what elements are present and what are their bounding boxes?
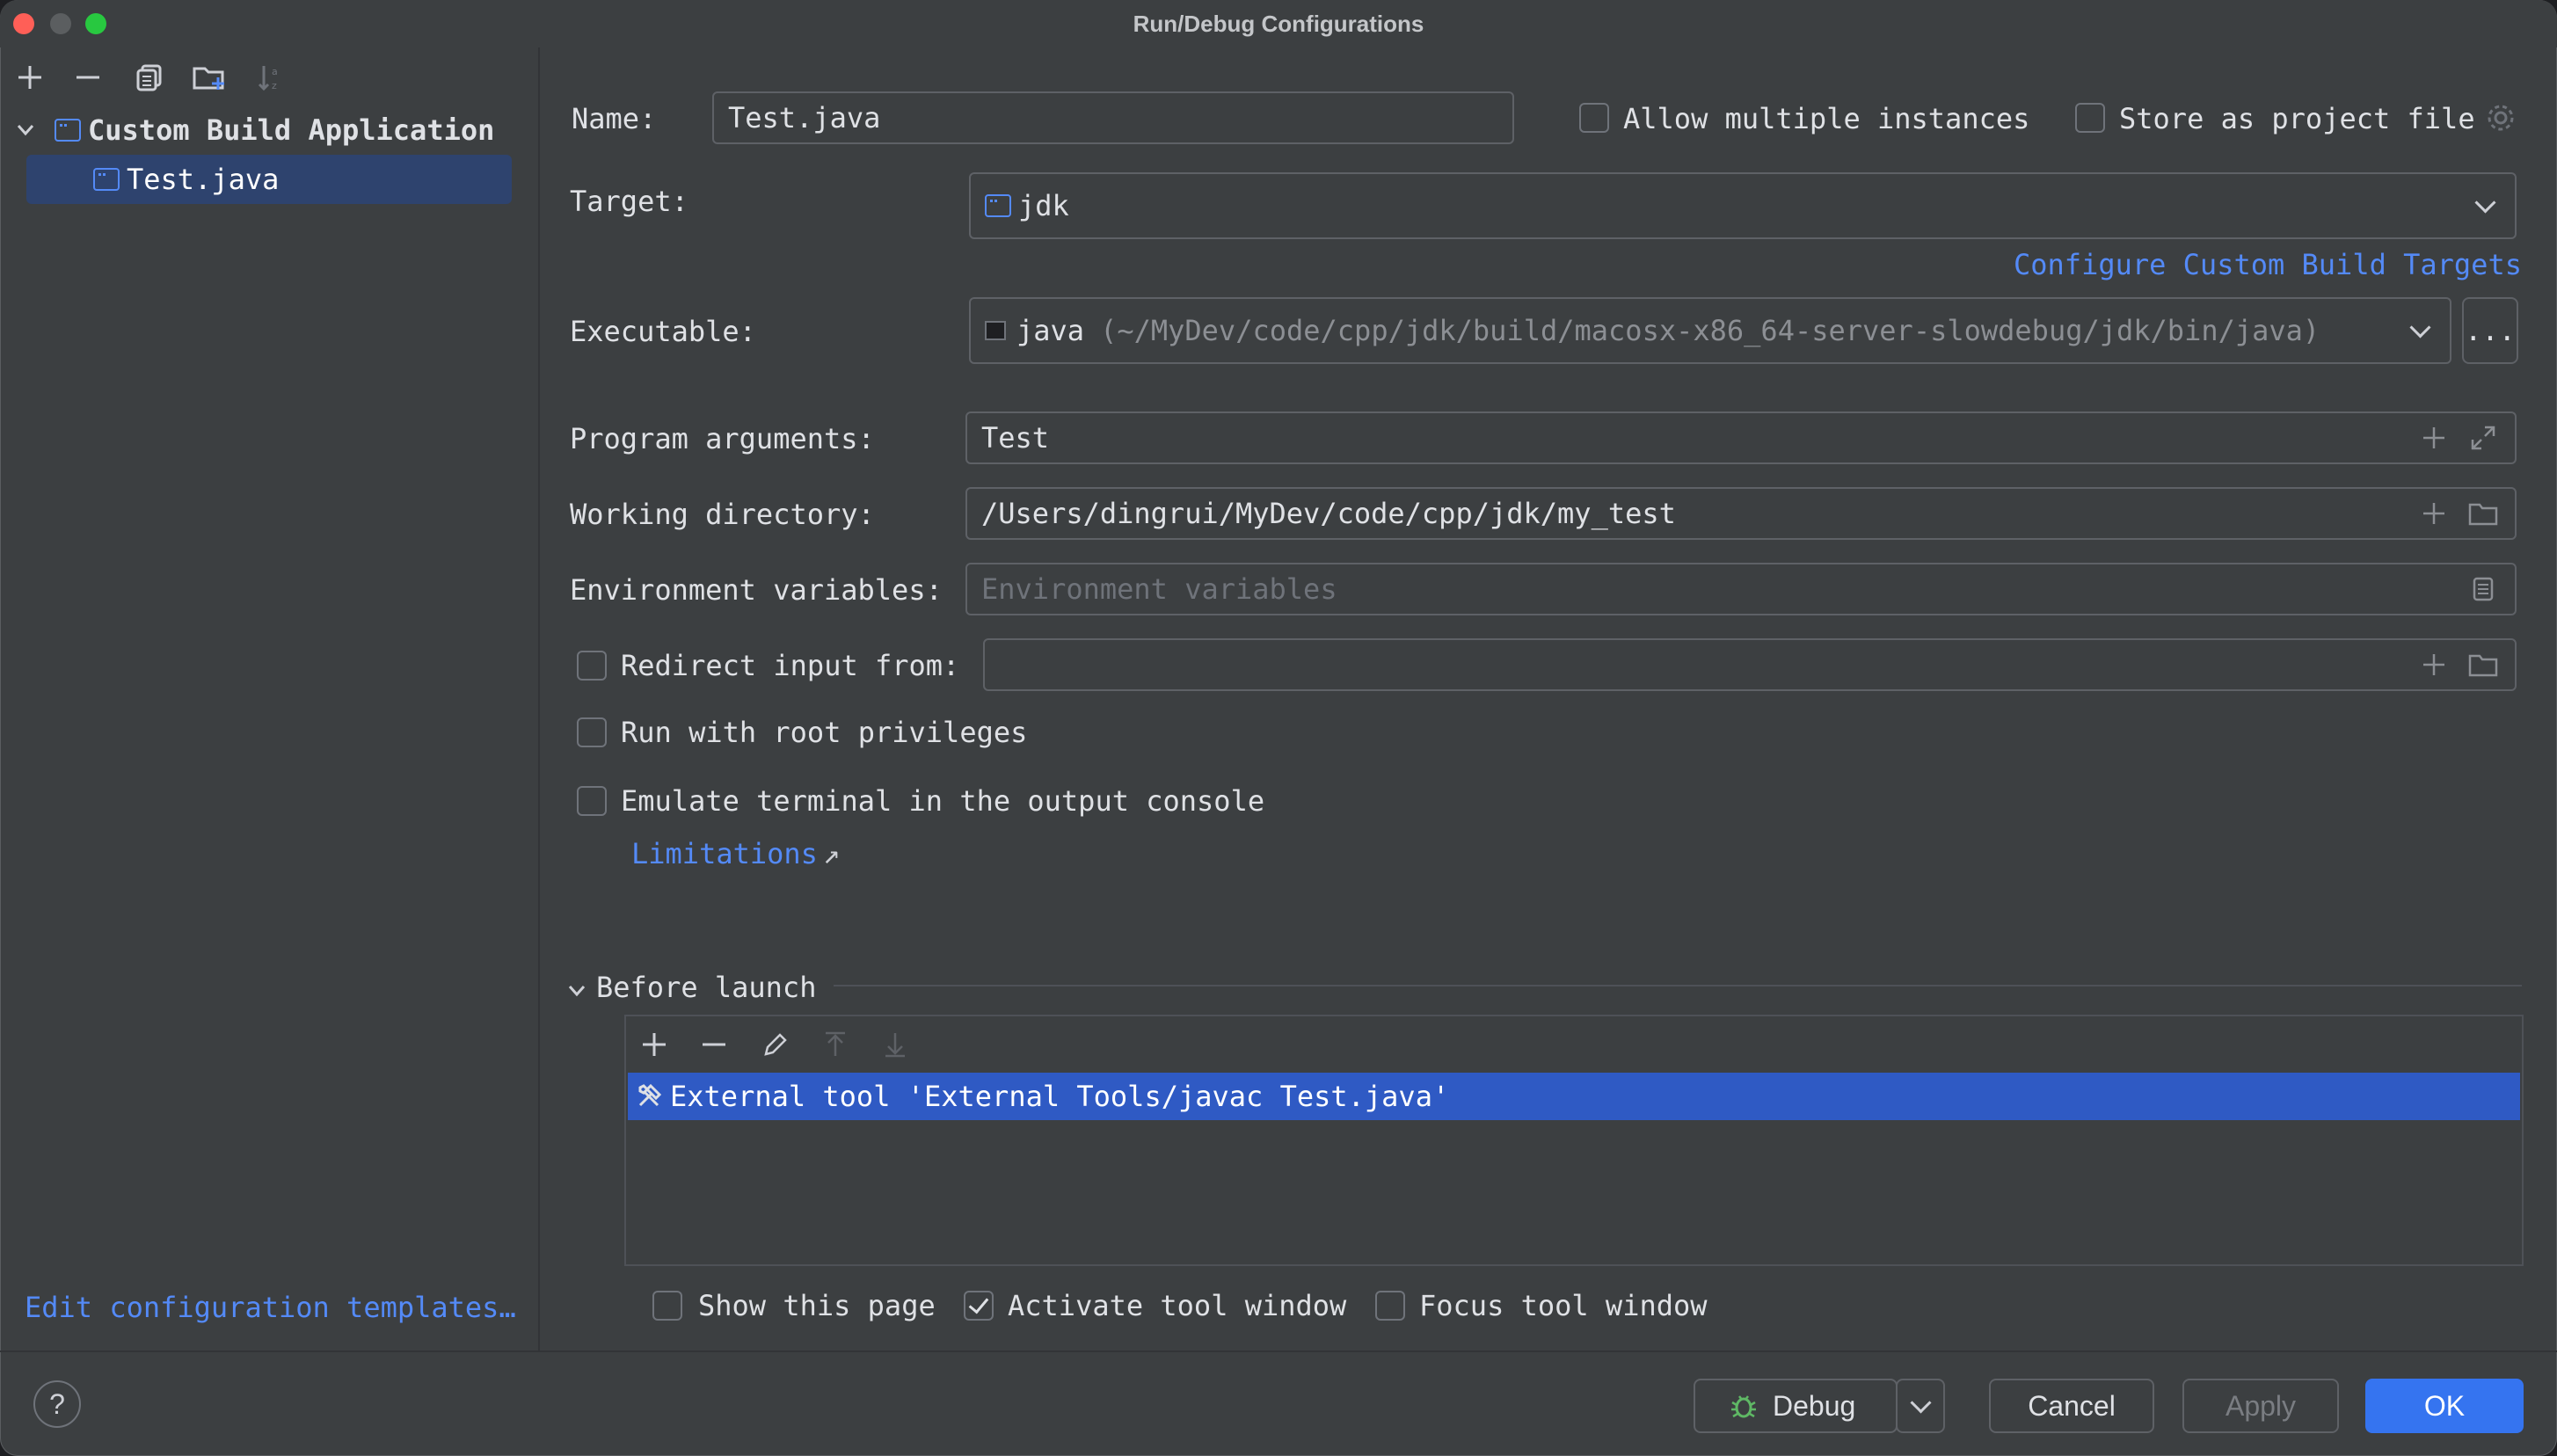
allow-multiple-instances-checkbox[interactable]: [1579, 103, 1609, 133]
store-as-project-file-label: Store as project file: [2119, 102, 2475, 135]
wrench-hammer-icon: [628, 1082, 670, 1110]
svg-text:z: z: [272, 80, 277, 91]
before-launch-title: Before launch: [596, 971, 817, 1004]
tree-group-label: Custom Build Application: [88, 113, 495, 147]
apply-button[interactable]: Apply: [2182, 1379, 2339, 1433]
name-label: Name:: [572, 102, 657, 135]
document-list-icon[interactable]: [2466, 571, 2501, 607]
copy-icon[interactable]: [132, 60, 167, 95]
redirect-input-checkbox[interactable]: [577, 651, 607, 681]
chevron-down-icon[interactable]: [2402, 313, 2437, 348]
environment-variables-label: Environment variables:: [570, 573, 943, 607]
sidebar-divider[interactable]: [538, 47, 540, 1350]
help-button[interactable]: ?: [33, 1380, 81, 1428]
show-this-page-label: Show this page: [698, 1289, 936, 1322]
terminal-icon: [985, 321, 1006, 340]
executable-dropdown[interactable]: java (~/MyDev/code/cpp/jdk/build/macosx-…: [969, 297, 2451, 364]
target-dropdown[interactable]: jdk: [969, 172, 2517, 239]
program-arguments-label: Program arguments:: [570, 422, 875, 455]
minus-icon[interactable]: [696, 1027, 732, 1062]
minus-icon[interactable]: [70, 60, 106, 95]
focus-tool-window-checkbox[interactable]: [1375, 1291, 1405, 1321]
debug-dropdown-button[interactable]: [1896, 1379, 1945, 1433]
move-up-icon[interactable]: [818, 1027, 853, 1062]
tree-item-label: Test.java: [127, 163, 280, 196]
store-as-project-file-checkbox[interactable]: [2075, 103, 2105, 133]
run-root-label: Run with root privileges: [621, 716, 1028, 749]
new-folder-icon[interactable]: [192, 60, 227, 95]
working-directory-label: Working directory:: [570, 498, 875, 531]
before-launch-divider: [834, 985, 2522, 986]
plus-icon[interactable]: [2416, 647, 2451, 682]
target-value: jdk: [1018, 189, 1069, 222]
svg-text:a: a: [272, 66, 278, 77]
expand-icon[interactable]: [2466, 420, 2501, 455]
window-title: Run/Debug Configurations: [1133, 11, 1424, 37]
folder-icon[interactable]: [2466, 647, 2501, 682]
program-arguments-field[interactable]: Test: [965, 411, 2517, 464]
before-launch-task-row[interactable]: External tool 'External Tools/javac Test…: [628, 1073, 2520, 1120]
executable-path: (~/MyDev/code/cpp/jdk/build/macosx-x86_6…: [1100, 314, 2320, 347]
environment-variables-placeholder: Environment variables: [981, 572, 1337, 606]
move-down-icon[interactable]: [878, 1027, 913, 1062]
folder-icon[interactable]: [2466, 496, 2501, 531]
run-debug-configurations-dialog: Run/Debug Configurations az Custom Build…: [0, 0, 2557, 1456]
browse-executable-button[interactable]: ...: [2462, 297, 2518, 364]
configurations-sidebar: [0, 47, 538, 1350]
edit-icon[interactable]: [758, 1027, 793, 1062]
redirect-input-label: Redirect input from:: [621, 649, 960, 682]
ok-button[interactable]: OK: [2365, 1379, 2524, 1433]
target-config-icon: [985, 194, 1011, 217]
focus-tool-window-label: Focus tool window: [1419, 1289, 1708, 1322]
show-this-page-checkbox[interactable]: [652, 1291, 682, 1321]
limitations-link[interactable]: Limitations ↗: [631, 837, 840, 870]
debug-button[interactable]: Debug: [1694, 1379, 1898, 1433]
activate-tool-window-label: Activate tool window: [1008, 1289, 1347, 1322]
name-field-value: Test.java: [728, 101, 881, 135]
chevron-down-icon[interactable]: [2467, 188, 2502, 223]
chevron-down-icon[interactable]: [568, 971, 586, 1004]
bug-icon: [1729, 1391, 1759, 1421]
emulate-terminal-label: Emulate terminal in the output console: [621, 784, 1265, 818]
before-launch-task-list: External tool 'External Tools/javac Test…: [624, 1015, 2524, 1266]
tree-item-test-java[interactable]: Test.java: [26, 155, 512, 204]
allow-multiple-instances-label: Allow multiple instances: [1623, 102, 2030, 135]
limitations-link-label: Limitations: [631, 837, 818, 870]
application-config-icon: [55, 119, 81, 142]
plus-icon[interactable]: [2416, 420, 2451, 455]
title-bar: Run/Debug Configurations: [0, 0, 2557, 47]
footer-divider: [0, 1350, 2557, 1352]
executable-label: Executable:: [570, 315, 756, 348]
redirect-input-field[interactable]: [983, 638, 2517, 691]
tree-group-custom-build-application[interactable]: Custom Build Application: [12, 106, 494, 155]
chevron-down-icon[interactable]: [12, 124, 39, 136]
activate-tool-window-checkbox[interactable]: [964, 1291, 994, 1321]
before-launch-task-label: External tool 'External Tools/javac Test…: [670, 1080, 1450, 1113]
plus-icon[interactable]: [2416, 496, 2451, 531]
gear-icon[interactable]: [2483, 100, 2518, 135]
cancel-button[interactable]: Cancel: [1989, 1379, 2154, 1433]
before-launch-header[interactable]: Before launch: [568, 971, 816, 1004]
configure-custom-build-targets-link[interactable]: Configure Custom Build Targets: [2014, 248, 2522, 281]
debug-button-label: Debug: [1773, 1389, 1856, 1422]
program-arguments-value: Test: [981, 421, 1050, 455]
run-root-checkbox[interactable]: [577, 717, 607, 747]
executable-name: java: [1016, 314, 1085, 347]
plus-icon[interactable]: [637, 1027, 672, 1062]
chevron-down-icon: [1909, 1391, 1932, 1414]
working-directory-value: /Users/dingrui/MyDev/code/cpp/jdk/my_tes…: [981, 497, 1676, 530]
emulate-terminal-checkbox[interactable]: [577, 786, 607, 816]
name-field[interactable]: Test.java: [712, 91, 1514, 144]
working-directory-field[interactable]: /Users/dingrui/MyDev/code/cpp/jdk/my_tes…: [965, 487, 2517, 540]
edit-configuration-templates-link[interactable]: Edit configuration templates…: [25, 1291, 516, 1324]
sort-icon[interactable]: az: [253, 60, 288, 95]
application-config-icon: [93, 168, 120, 191]
before-launch-toolbar: [626, 1016, 2522, 1071]
plus-icon[interactable]: [12, 60, 47, 95]
environment-variables-field[interactable]: Environment variables: [965, 563, 2517, 615]
external-link-arrow-icon: ↗: [822, 837, 841, 870]
target-label: Target:: [570, 185, 688, 218]
